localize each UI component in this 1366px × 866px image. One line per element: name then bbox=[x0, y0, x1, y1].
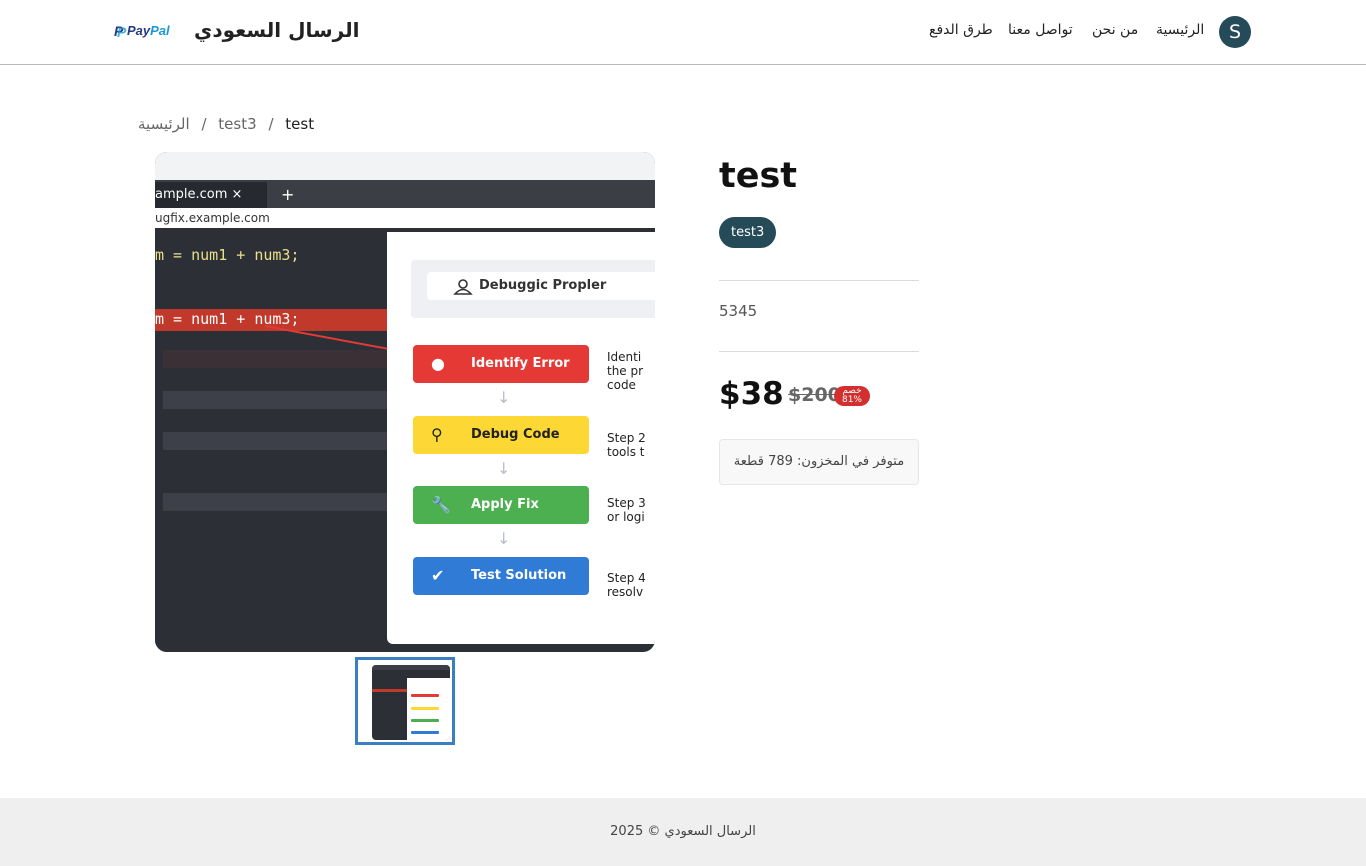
stock-status: متوفر في المخزون: 789 قطعة bbox=[719, 439, 919, 485]
image-step-identify-error: ● Identify Error bbox=[413, 345, 589, 383]
product-main-image[interactable]: ample.com × + ugfix.example.com m = num1… bbox=[155, 152, 655, 652]
category-badge[interactable]: test3 bbox=[719, 217, 777, 248]
check-circle-icon: ✔ bbox=[431, 566, 445, 585]
image-step-note: Step 2 tools t bbox=[607, 431, 646, 459]
nav-about[interactable]: من نحن bbox=[1092, 22, 1138, 38]
image-code-placeholder bbox=[163, 493, 387, 511]
paypal-text-pal: Pal bbox=[150, 23, 170, 38]
image-panel-header: Debuggic Propler bbox=[411, 260, 655, 318]
wrench-icon: 🔧 bbox=[431, 495, 451, 514]
image-code-line: m = num1 + num3; bbox=[155, 246, 300, 264]
thumbnail-image bbox=[372, 665, 450, 740]
breadcrumb-separator: / bbox=[201, 115, 207, 133]
arrow-down-icon: ↓ bbox=[497, 529, 511, 548]
image-step-note: Identi the pr code bbox=[607, 350, 644, 392]
product-sku: 5345 bbox=[719, 302, 758, 320]
image-step-note: Step 4 resolv bbox=[607, 571, 646, 599]
user-icon bbox=[453, 279, 473, 295]
site-header: S الرئيسية من نحن تواصل معنا طرق الدفع ا… bbox=[0, 0, 1366, 65]
breadcrumb: الرئيسية / test3 / test bbox=[138, 115, 314, 133]
user-avatar[interactable]: S bbox=[1219, 16, 1251, 48]
arrow-down-icon: ↓ bbox=[497, 388, 511, 407]
arrow-down-icon: ↓ bbox=[497, 459, 511, 478]
discount-badge: خصم 81% bbox=[834, 386, 870, 406]
breadcrumb-separator: / bbox=[268, 115, 274, 133]
paypal-icon: P P bbox=[114, 22, 127, 40]
image-browser-tab: ample.com × bbox=[155, 182, 267, 208]
image-url-bar: ugfix.example.com bbox=[155, 208, 655, 228]
site-footer: الرسال السعودي © 2025 bbox=[0, 798, 1366, 866]
image-plus-icon: + bbox=[281, 185, 295, 204]
image-step-debug-code: ⚲ Debug Code bbox=[413, 416, 589, 454]
image-code-placeholder bbox=[163, 391, 387, 409]
paypal-logo: P P Pay Pal bbox=[114, 22, 170, 40]
brand-name[interactable]: الرسال السعودي bbox=[194, 18, 359, 42]
image-step-test-solution: ✔ Test Solution bbox=[413, 557, 589, 595]
paypal-text-pay: Pay bbox=[127, 23, 151, 38]
image-browser-top bbox=[155, 152, 655, 180]
divider bbox=[719, 351, 919, 352]
product-title: test bbox=[719, 156, 798, 196]
product-price: $38 bbox=[719, 376, 784, 412]
image-step-note: Step 3 or logi bbox=[607, 496, 646, 524]
divider bbox=[719, 280, 919, 281]
nav-contact[interactable]: تواصل معنا bbox=[1008, 22, 1073, 38]
product-old-price: $200 bbox=[788, 384, 841, 406]
fullscreen-icon[interactable]: ⛶ bbox=[607, 601, 633, 627]
footer-copyright: الرسال السعودي © 2025 bbox=[610, 824, 756, 839]
image-code-placeholder bbox=[163, 432, 387, 450]
breadcrumb-home[interactable]: الرئيسية bbox=[138, 115, 190, 133]
breadcrumb-category[interactable]: test3 bbox=[218, 115, 256, 133]
product-thumbnail[interactable] bbox=[355, 657, 455, 745]
nav-home[interactable]: الرئيسية bbox=[1156, 22, 1204, 38]
image-step-apply-fix: 🔧 Apply Fix bbox=[413, 486, 589, 524]
image-flow-panel: Debuggic Propler ● Identify Error ↓ ⚲ Debu… bbox=[387, 232, 655, 644]
search-icon: ⚲ bbox=[431, 425, 443, 444]
nav-payment-methods[interactable]: طرق الدفع bbox=[929, 22, 993, 38]
users-icon: ● bbox=[431, 354, 445, 373]
breadcrumb-current: test bbox=[285, 115, 315, 133]
